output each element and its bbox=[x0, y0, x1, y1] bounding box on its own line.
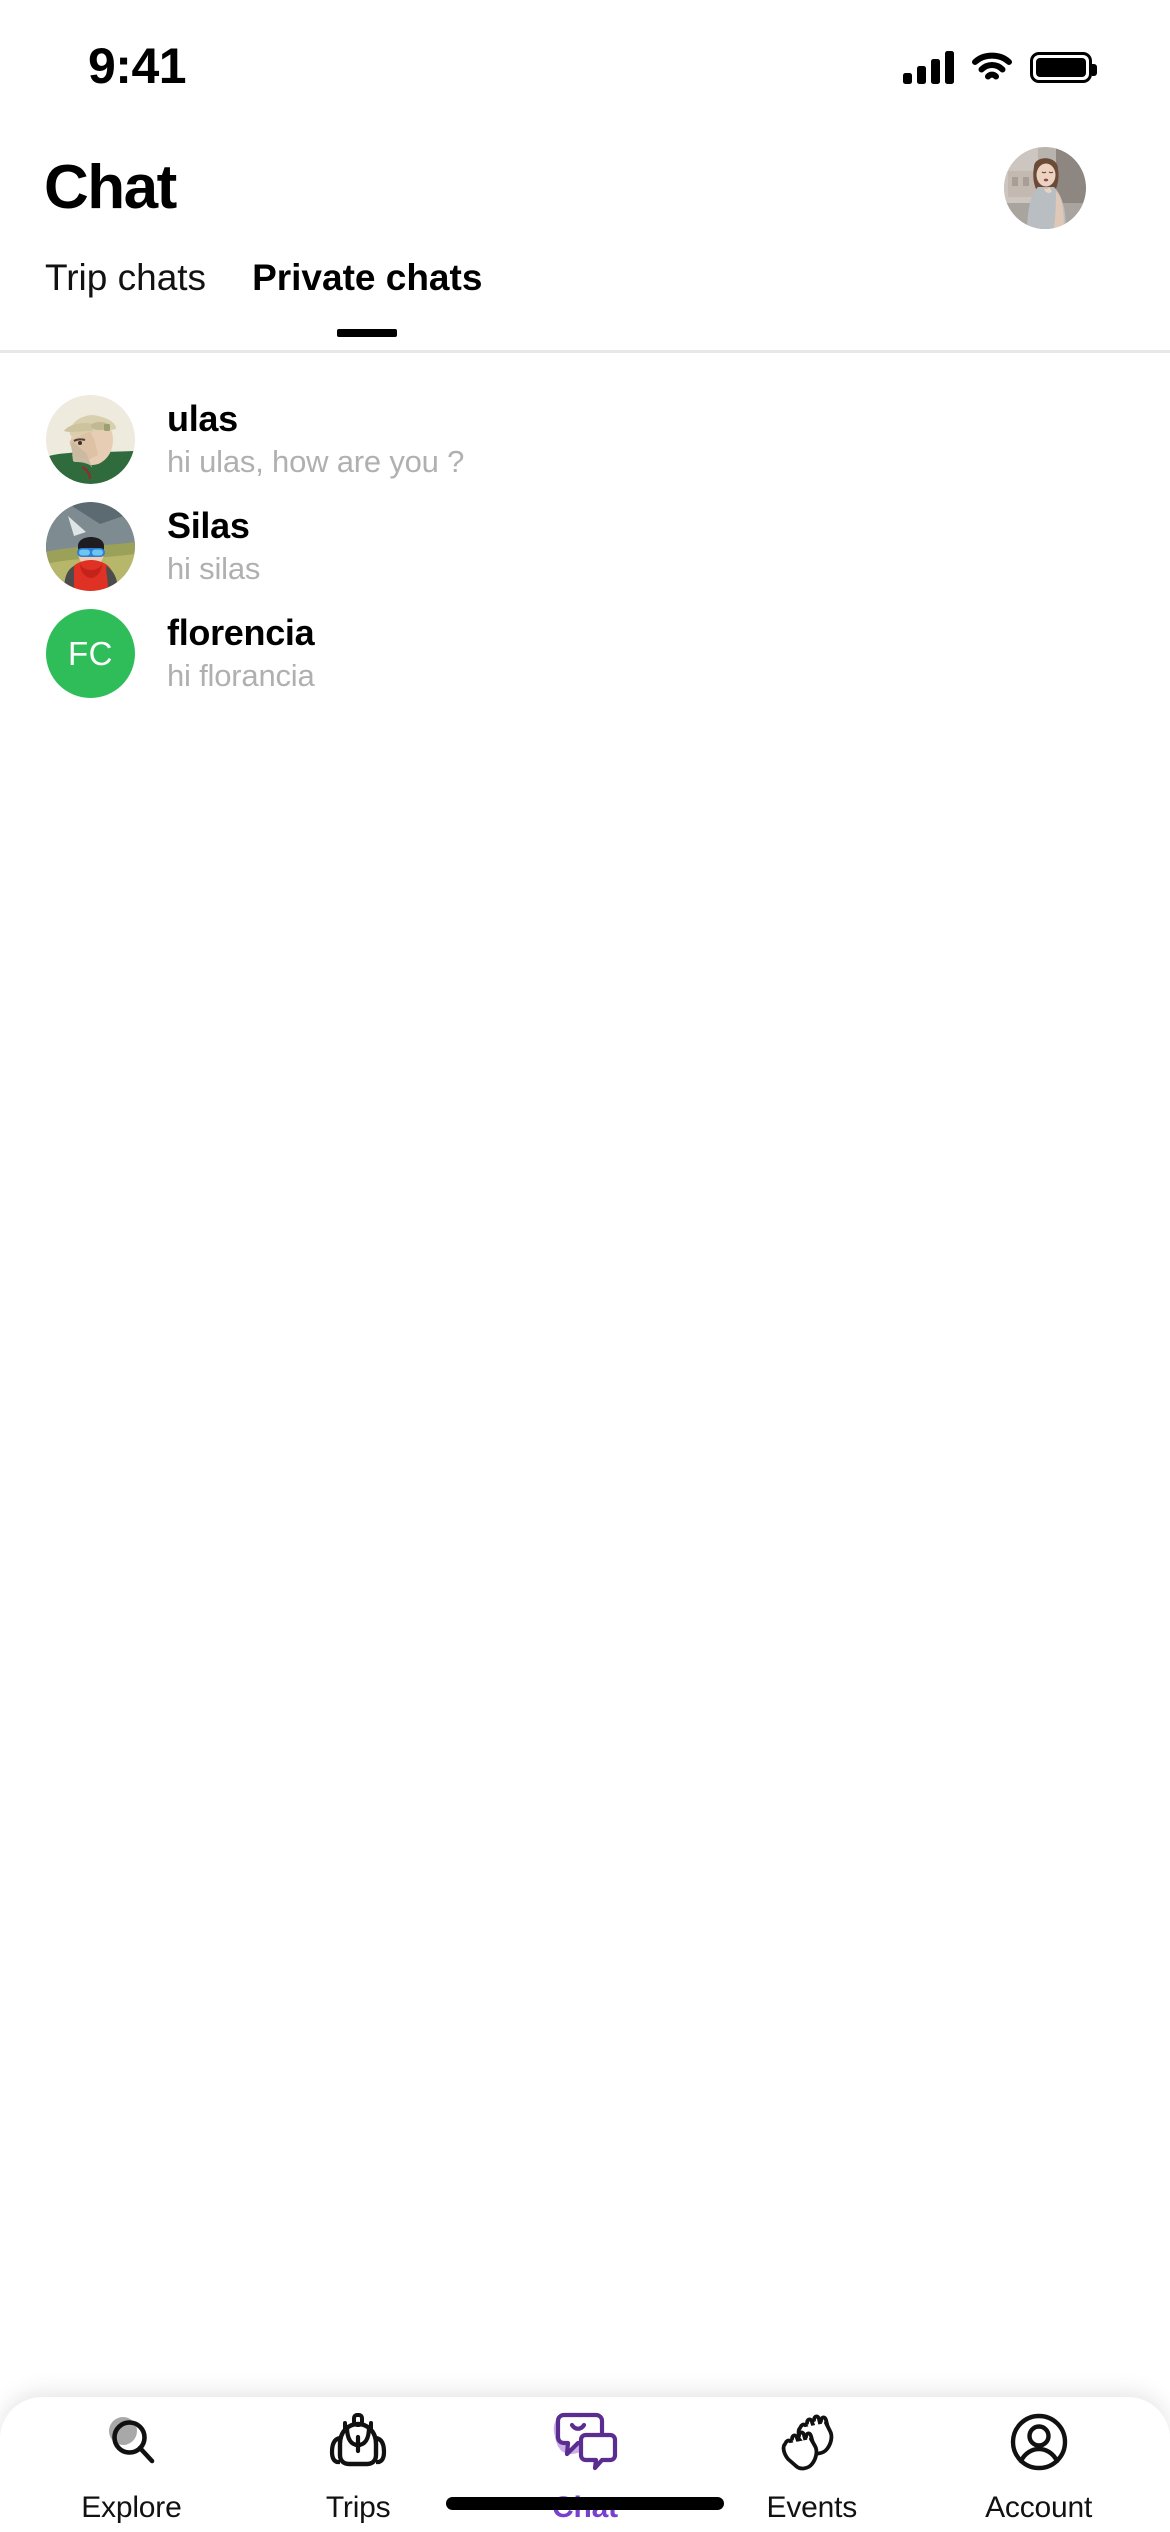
wifi-icon bbox=[972, 52, 1012, 80]
avatar-photo-ulas bbox=[46, 395, 135, 484]
nav-item-trips[interactable]: Trips bbox=[245, 2397, 472, 2523]
list-item[interactable]: Silas hi silas bbox=[0, 493, 1170, 600]
tab-private-chats-label: Private chats bbox=[252, 257, 483, 298]
tab-trip-chats-label: Trip chats bbox=[45, 257, 207, 298]
chat-name: Silas bbox=[167, 504, 250, 546]
list-item-text: Silas hi silas bbox=[167, 504, 261, 587]
list-item[interactable]: ulas hi ulas, how are you ? bbox=[0, 386, 1170, 493]
nav-item-events[interactable]: Events bbox=[698, 2397, 925, 2523]
profile-avatar-photo[interactable] bbox=[1004, 147, 1086, 229]
home-indicator-bar bbox=[446, 2497, 724, 2510]
status-bar-time: 9:41 bbox=[88, 38, 187, 94]
avatar-photo-silas bbox=[46, 502, 135, 591]
nav-label-trips: Trips bbox=[325, 2491, 391, 2524]
nav-label-explore: Explore bbox=[81, 2491, 182, 2524]
nav-label-account: Account bbox=[985, 2491, 1093, 2524]
chat-tabs: Trip chats Private chats bbox=[0, 257, 1170, 354]
tab-trip-chats[interactable]: Trip chats bbox=[45, 257, 207, 337]
list-item-text: florencia hi florancia bbox=[167, 611, 315, 694]
page-header: Chat bbox=[0, 128, 1170, 248]
nav-label-events: Events bbox=[766, 2491, 858, 2524]
tabs-divider bbox=[0, 350, 1170, 353]
user-circle-icon bbox=[996, 2405, 1082, 2479]
tab-active-indicator bbox=[337, 328, 398, 337]
status-bar: 9:41 bbox=[0, 0, 1170, 120]
chat-name: florencia bbox=[167, 611, 315, 653]
list-item[interactable]: FC florencia hi florancia bbox=[0, 600, 1170, 707]
chat-preview-message: hi ulas, how are you ? bbox=[167, 444, 465, 480]
avatar-initials-text: FC bbox=[68, 634, 113, 672]
list-item-text: ulas hi ulas, how are you ? bbox=[167, 397, 465, 480]
avatar-initials-florencia: FC bbox=[46, 609, 135, 698]
clapping-hands-icon bbox=[769, 2405, 855, 2479]
backpack-icon bbox=[315, 2405, 401, 2479]
chat-name: ulas bbox=[167, 397, 238, 439]
bottom-navigation-bar: Explore Trips Events Account bbox=[0, 2397, 1170, 2532]
chat-bubbles-icon bbox=[542, 2405, 628, 2479]
page-title: Chat bbox=[44, 153, 177, 222]
battery-full-icon bbox=[1030, 51, 1097, 83]
nav-item-account[interactable]: Account bbox=[925, 2397, 1152, 2523]
chat-preview-message: hi florancia bbox=[167, 658, 315, 694]
status-bar-indicators bbox=[903, 50, 1097, 84]
cellular-signal-icon bbox=[903, 50, 954, 84]
nav-item-explore[interactable]: Explore bbox=[18, 2397, 245, 2523]
private-chat-list: ulas hi ulas, how are you ? Silas hi sil… bbox=[0, 386, 1170, 707]
search-icon bbox=[88, 2405, 174, 2479]
chat-preview-message: hi silas bbox=[167, 551, 261, 587]
tab-private-chats[interactable]: Private chats bbox=[252, 257, 483, 337]
